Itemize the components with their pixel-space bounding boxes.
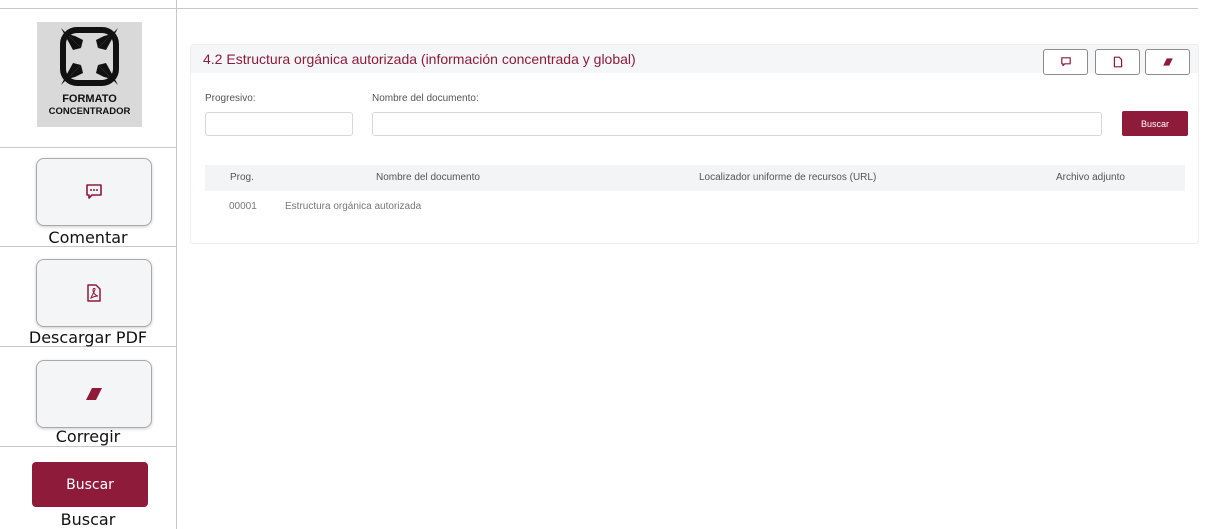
header-comment-button[interactable] xyxy=(1043,49,1088,75)
progresivo-input[interactable] xyxy=(205,112,353,136)
panel-title: 4.2 Estructura orgánica autorizada (info… xyxy=(203,51,636,67)
column-prog: Prog. xyxy=(230,172,254,183)
row-nombre: Estructura orgánica autorizada xyxy=(285,201,422,212)
comment-button[interactable] xyxy=(36,158,152,226)
header-correct-button[interactable] xyxy=(1145,49,1190,75)
correct-button[interactable] xyxy=(36,360,152,428)
sidebar-search-button[interactable]: Buscar xyxy=(32,462,148,507)
eraser-icon xyxy=(1162,58,1173,66)
comment-icon xyxy=(1060,57,1071,67)
top-border xyxy=(0,8,1198,9)
svg-text:FORMATO: FORMATO xyxy=(62,93,117,105)
eraser-icon xyxy=(86,388,102,400)
sidebar-search-label: Buscar xyxy=(60,510,116,529)
comment-label: Comentar xyxy=(48,228,128,247)
pdf-icon xyxy=(87,284,101,302)
row-prog: 00001 xyxy=(229,201,257,212)
panel-header: 4.2 Estructura orgánica autorizada (info… xyxy=(191,45,1198,75)
comment-icon xyxy=(86,184,102,199)
column-archivo: Archivo adjunto xyxy=(1056,172,1125,183)
sidebar: FORMATO CONCENTRADOR Comentar Descargar … xyxy=(0,0,177,529)
svg-text:CONCENTRADOR: CONCENTRADOR xyxy=(49,106,131,117)
document-panel: 4.2 Estructura orgánica autorizada (info… xyxy=(190,44,1199,244)
column-nombre: Nombre del documento xyxy=(376,172,480,183)
nombre-documento-label: Nombre del documento: xyxy=(372,93,479,104)
column-url: Localizador uniforme de recursos (URL) xyxy=(699,172,877,183)
download-pdf-button[interactable] xyxy=(36,259,152,327)
formato-concentrador-logo: FORMATO CONCENTRADOR xyxy=(37,22,142,127)
table-header: Prog. Nombre del documento Localizador u… xyxy=(205,165,1185,191)
nombre-documento-input[interactable] xyxy=(372,112,1102,136)
header-pdf-button[interactable] xyxy=(1095,49,1140,75)
download-pdf-label: Descargar PDF xyxy=(28,328,148,347)
pdf-icon xyxy=(1113,56,1122,68)
concentrator-logo-icon: FORMATO CONCENTRADOR xyxy=(49,27,131,117)
panel-search-button[interactable]: Buscar xyxy=(1122,111,1188,136)
correct-label: Corregir xyxy=(55,427,121,446)
progresivo-label: Progresivo: xyxy=(205,93,256,104)
